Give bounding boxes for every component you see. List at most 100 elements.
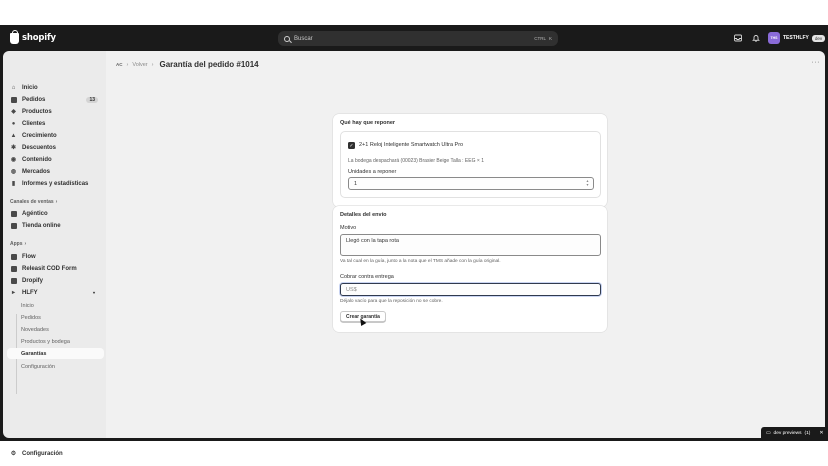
sidebar-item-label: Mercados [22,168,51,175]
warehouse-line: La bodega despachará (00023) Brasier Bei… [348,158,484,164]
cod-currency: US$ [346,287,357,293]
sidebar-item-label: Inicio [22,84,38,91]
sidebar-item-pedidos[interactable]: Pedidos 13 [3,94,106,105]
sidebar-item-label: Crecimiento [22,132,57,139]
brand-name: shopify [22,33,56,43]
shipping-card: Detalles del envío Motivo Llegó con la t… [333,206,607,332]
cod-label: Cobrar contra entrega [340,274,394,280]
replace-card-title: Qué hay que reponer [340,120,396,126]
chevron-right-icon: › [24,241,27,247]
dev-tag: dev [811,34,826,42]
quantity-stepper[interactable]: ▲ ▼ [585,179,590,187]
store-switcher[interactable]: THS TESTHLFY dev [768,31,826,45]
monitor-icon: ▭ [766,430,771,436]
main-content: AC › Volver › Garantía del pedido #1014 … [106,51,825,438]
sidebar-item-productos[interactable]: ◆ Productos [3,106,106,117]
hlfy-sub-novedades[interactable]: Novedades [3,324,106,335]
hlfy-sub-pedidos[interactable]: Pedidos [3,312,106,323]
top-bar: shopify Buscar CTRL K THS TESTHLFY dev [0,25,828,51]
shortcut-key: K [548,36,552,41]
sales-channels-header[interactable]: Canales de ventas › [10,199,57,205]
dev-previews-pill[interactable]: ▭ dev previews (1) ✕ [761,427,828,439]
flow-icon [10,253,17,260]
sidebar-item-label: Contenido [22,156,52,163]
inbox-icon[interactable] [733,33,742,42]
sidebar-item-label: HLFY [22,289,38,296]
sidebar-item-agentico[interactable]: Agéntico [3,208,106,219]
chevron-right-icon: › [126,61,129,68]
sidebar-item-label: Pedidos [22,96,46,103]
cod-amount-field[interactable]: US$ [340,283,601,296]
agentic-icon [10,210,17,217]
search-bar[interactable]: Buscar CTRL K [278,31,558,46]
sidebar-item-label: Releasit COD Form [22,265,77,272]
dropify-icon [10,277,17,284]
store-name: TESTHLFY [783,35,809,41]
hlfy-sub-productos-bodega[interactable]: Productos y bodega [3,336,106,347]
reason-label: Motivo [340,225,357,231]
sidebar-item-descuentos[interactable]: ✱ Descuentos [3,142,106,153]
reason-value: Llegó con la tapa rota [346,238,399,244]
shopify-logo[interactable]: shopify [10,29,56,44]
releasit-icon [10,265,17,272]
sidebar-item-informes[interactable]: ▮ Informes y estadísticas [3,178,106,189]
sidebar-item-label: Agéntico [22,210,48,217]
sidebar-item-label: Productos [22,108,52,115]
sidebar-item-dropify[interactable]: Dropify [3,275,106,286]
sidebar-item-inicio[interactable]: ⌂ Inicio [3,82,106,93]
app-frame: shopify Buscar CTRL K THS TESTHLFY dev ⌂… [0,25,828,457]
gear-icon: ⚙ [10,451,17,457]
sidebar-item-flow[interactable]: Flow [3,251,106,262]
qty-input[interactable]: 1 ▲ ▼ [348,177,594,190]
globe-icon: ◍ [10,169,17,175]
more-actions-icon[interactable]: ··· [812,59,821,66]
tag-icon: ◆ [11,109,16,115]
person-icon: ● [11,120,16,127]
hlfy-sub-inicio[interactable]: Inicio [3,300,106,311]
item-checkbox[interactable]: ✓ [348,142,355,149]
sidebar-item-crecimiento[interactable]: ▲ Crecimiento [3,130,106,141]
back-link[interactable]: Volver [132,62,147,68]
chevron-right-icon: › [55,199,58,205]
sidebar-item-tienda-online[interactable]: Tienda online [3,220,106,231]
sidebar-item-releasit[interactable]: Releasit COD Form [3,263,106,274]
shipping-card-title: Detalles del envío [340,212,387,218]
sidebar: ⌂ Inicio Pedidos 13 ◆ Productos ● Client… [3,51,106,457]
sidebar-item-label: Tienda online [22,222,61,229]
home-icon: ⌂ [11,84,16,91]
breadcrumb: AC › Volver › Garantía del pedido #1014 [116,60,259,69]
reason-help: Va tal cual en la guía, junto a la nota … [340,259,501,264]
sidebar-item-label: Informes y estadísticas [22,180,89,187]
sidebar-item-label: Descuentos [22,144,57,151]
discount-icon: ✱ [10,145,17,151]
store-icon [10,222,17,229]
sidebar-item-settings[interactable]: ⚙ Configuración [3,448,106,459]
reason-field[interactable]: Llegó con la tapa rota [340,234,601,256]
close-icon[interactable]: ✕ [819,431,823,436]
shopify-bag-icon [10,29,19,44]
qty-label: Unidades a reponer [348,169,397,175]
bell-icon[interactable] [751,33,760,42]
sidebar-item-mercados[interactable]: ◍ Mercados [3,166,106,177]
sidebar-item-hlfy[interactable]: ▸ HLFY ▾ [3,287,106,298]
hlfy-sub-configuracion[interactable]: Configuración [3,361,106,372]
chevron-right-icon: › [151,61,154,68]
sidebar-item-contenido[interactable]: ◉ Contenido [3,154,106,165]
search-icon [284,35,290,42]
pin-icon[interactable]: ▾ [90,290,98,295]
apps-header[interactable]: Apps › [10,241,26,247]
replace-item-box: ✓ 2+1 Reloj Inteligente Smartwatch Ultra… [340,131,601,198]
breadcrumb-home[interactable]: AC [116,62,123,67]
dev-previews-label: dev previews [773,430,802,436]
shortcut-ctrl: CTRL [534,36,546,41]
orders-count-badge: 13 [86,96,98,103]
cod-help: Déjalo vacío para que la reposición no s… [340,299,443,304]
dev-previews-count: (1) [804,430,811,436]
page-title: Garantía del pedido #1014 [159,60,259,69]
sidebar-item-clientes[interactable]: ● Clientes [3,118,106,129]
search-placeholder: Buscar [294,35,313,42]
sidebar-item-label: Dropify [22,277,43,284]
replace-card: Qué hay que reponer ✓ 2+1 Reloj Intelige… [333,114,607,207]
orders-icon [10,96,17,103]
hlfy-sub-garantias[interactable]: Garantías [7,348,104,359]
